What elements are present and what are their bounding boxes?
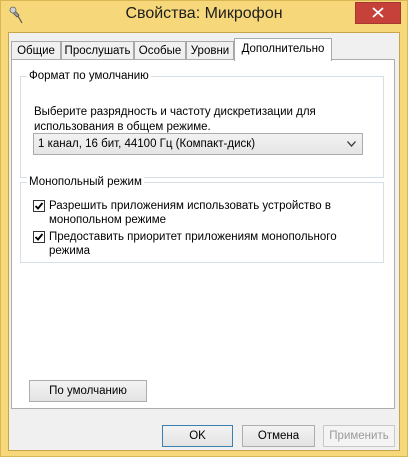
allow-exclusive-text-line1: Разрешить приложениям использовать устро… xyxy=(49,200,331,212)
restore-defaults-button[interactable]: По умолчанию xyxy=(29,380,147,402)
tab-levels[interactable]: Уровни xyxy=(186,41,234,61)
default-format-label: Формат по умолчанию xyxy=(27,69,151,83)
checkmark-icon xyxy=(34,233,44,241)
ok-button[interactable]: OK xyxy=(162,425,233,447)
exclusive-priority-text-line1: Предоставить приоритет приложениям моноп… xyxy=(49,231,337,243)
chevron-down-icon xyxy=(347,141,356,147)
exclusive-priority-text-line2: режима xyxy=(49,245,91,257)
cancel-button[interactable]: Отмена xyxy=(242,425,315,447)
window-title: Свойства: Микрофон xyxy=(125,5,283,22)
close-icon xyxy=(372,7,384,18)
format-select-value: 1 канал, 16 бит, 44100 Гц (Компакт-диск) xyxy=(38,138,256,150)
tab-general[interactable]: Общие xyxy=(11,41,61,61)
tab-special[interactable]: Особые xyxy=(134,41,186,61)
allow-exclusive-checkbox[interactable] xyxy=(33,200,45,212)
checkmark-icon xyxy=(34,202,44,210)
dialog-client-area: Общие Прослушать Особые Уровни Дополните… xyxy=(8,32,400,451)
dialog-window: Свойства: Микрофон Общие Прослушать Особ… xyxy=(0,0,408,457)
exclusive-mode-label: Монопольный режим xyxy=(27,175,144,189)
title-bar[interactable]: Свойства: Микрофон xyxy=(1,1,407,33)
allow-exclusive-text-line2: монопольном режиме xyxy=(49,214,167,226)
exclusive-priority-checkbox[interactable] xyxy=(33,231,45,243)
format-select[interactable]: 1 канал, 16 бит, 44100 Гц (Компакт-диск) xyxy=(33,133,363,155)
default-format-group: Формат по умолчанию Выберите разрядность… xyxy=(20,69,384,178)
tab-listen[interactable]: Прослушать xyxy=(61,41,134,61)
default-format-description-line1: Выберите разрядность и частоту дискретиз… xyxy=(34,106,316,118)
apply-button[interactable]: Применить xyxy=(323,425,395,447)
close-button[interactable] xyxy=(355,2,401,24)
tab-panel-advanced: Формат по умолчанию Выберите разрядность… xyxy=(11,59,395,409)
tab-advanced[interactable]: Дополнительно xyxy=(234,38,332,61)
